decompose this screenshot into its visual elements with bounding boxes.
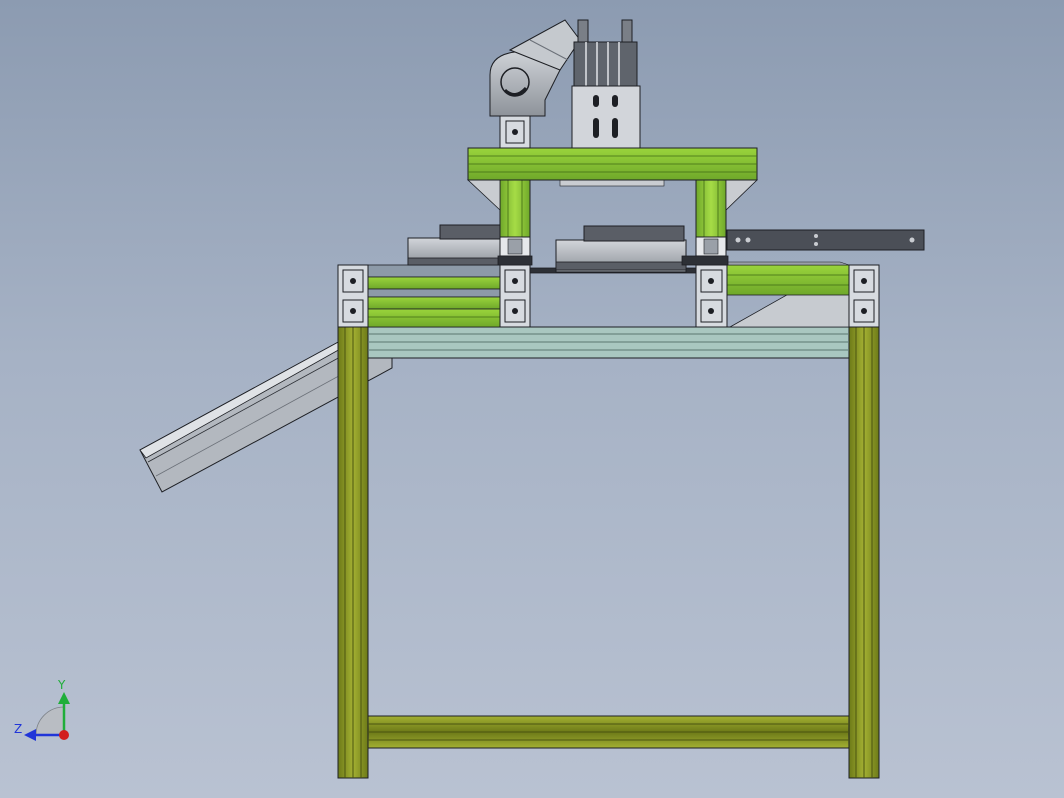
upper-table-beam xyxy=(467,147,758,181)
frame-top-rail xyxy=(367,326,850,359)
gripper-assembly xyxy=(571,19,641,149)
y-axis-arrowhead xyxy=(58,692,70,704)
upper-right-post xyxy=(681,179,729,266)
frame-left-leg xyxy=(337,326,369,779)
y-axis-label: Y xyxy=(58,678,66,692)
right-beam-stack xyxy=(726,264,850,328)
profile-cap-left-outer xyxy=(337,264,369,328)
z-axis-arrowhead xyxy=(24,729,36,741)
left-housing xyxy=(407,224,501,266)
frame-right-leg xyxy=(848,326,880,779)
profile-cap-right-inner xyxy=(695,264,728,328)
cad-viewport[interactable]: Y Z xyxy=(0,0,1064,798)
arm-base-profile xyxy=(499,115,531,149)
right-bracket-bar xyxy=(726,229,925,266)
robot-arm xyxy=(489,19,581,117)
profile-cap-right-outer xyxy=(848,264,880,328)
z-axis-label: Z xyxy=(14,722,23,736)
upper-left-post xyxy=(497,179,533,266)
frame-bottom-crossbar xyxy=(367,715,850,749)
x-axis-dot xyxy=(59,730,69,740)
coordinate-triad xyxy=(24,692,70,741)
profile-cap-left-inner xyxy=(499,264,531,328)
center-housing xyxy=(555,225,687,273)
assembly-drawing xyxy=(24,19,925,779)
left-beam-stack xyxy=(367,264,501,328)
